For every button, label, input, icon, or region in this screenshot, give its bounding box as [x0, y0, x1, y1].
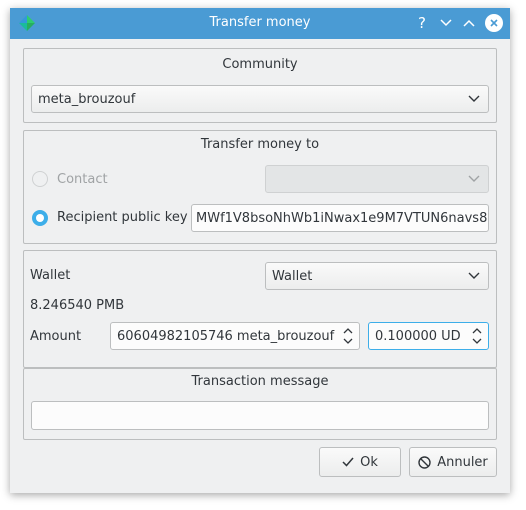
window-title: Transfer money	[209, 15, 311, 30]
recipient-public-key-radio[interactable]	[32, 210, 48, 226]
recipient-public-key-input[interactable]: MWf1V8bsoNhWb1iNwax1e9M7VTUN6navs8of	[191, 204, 489, 232]
recipient-public-key-label: Recipient public key	[57, 210, 188, 225]
wallet-balance: 8.246540 PMB	[30, 298, 125, 313]
recipient-public-key-value: MWf1V8bsoNhWb1iNwax1e9M7VTUN6navs8of	[196, 210, 489, 226]
amount-label: Amount	[30, 329, 82, 344]
transfer-money-dialog: Transfer money ? Community meta_brouzouf…	[10, 8, 510, 493]
transaction-message-group: Transaction message	[23, 368, 497, 440]
chevron-down-icon	[468, 175, 480, 182]
help-icon[interactable]: ?	[412, 13, 432, 33]
wallet-select[interactable]: Wallet	[265, 262, 489, 290]
chevron-down-icon	[468, 95, 480, 102]
maximize-icon[interactable]	[459, 13, 479, 33]
amount-value: 60604982105746 meta_brouzouf	[117, 328, 335, 344]
amount-spinbox[interactable]: 60604982105746 meta_brouzouf	[110, 322, 360, 350]
ok-button[interactable]: Ok	[319, 447, 401, 477]
chevron-down-icon	[468, 272, 480, 279]
wallet-group: Wallet Wallet 8.246540 PMB Amount 606049…	[23, 250, 497, 368]
transaction-message-group-title: Transaction message	[191, 374, 329, 389]
relative-amount-value: 0.100000 UD	[375, 328, 461, 344]
contact-label: Contact	[57, 172, 108, 187]
spin-arrows-icon[interactable]	[343, 327, 353, 345]
transaction-message-input[interactable]	[31, 401, 489, 430]
community-group-title: Community	[222, 57, 298, 72]
transfer-to-group-title: Transfer money to	[200, 137, 320, 152]
contact-radio[interactable]	[32, 171, 48, 187]
relative-amount-spinbox[interactable]: 0.100000 UD	[368, 322, 489, 350]
wallet-label: Wallet	[30, 268, 71, 283]
spin-arrows-icon[interactable]	[472, 327, 482, 345]
close-icon[interactable]	[484, 13, 504, 33]
community-select-value: meta_brouzouf	[38, 91, 136, 107]
cancel-button-label: Annuler	[437, 454, 488, 470]
cancel-icon	[418, 455, 431, 469]
minimize-icon[interactable]	[436, 13, 456, 33]
contact-select[interactable]	[265, 165, 489, 193]
checkmark-icon	[342, 457, 354, 467]
wallet-select-value: Wallet	[272, 268, 313, 284]
community-select[interactable]: meta_brouzouf	[31, 85, 489, 113]
ok-button-label: Ok	[360, 454, 378, 470]
community-group: Community meta_brouzouf	[23, 48, 497, 123]
title-bar[interactable]: Transfer money ?	[10, 8, 510, 39]
transfer-to-group: Transfer money to Contact Recipient publ…	[23, 130, 497, 244]
cancel-button[interactable]: Annuler	[409, 447, 497, 477]
